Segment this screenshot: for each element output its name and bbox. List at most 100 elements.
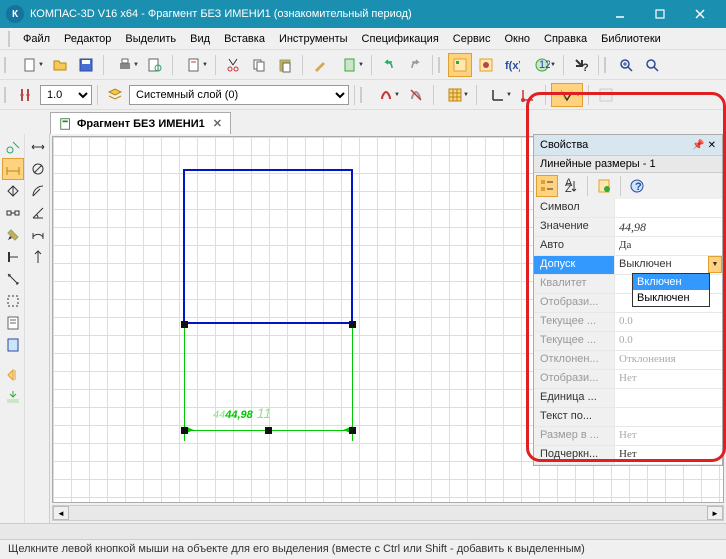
geometry-tool[interactable] (2, 136, 24, 158)
dimensions-tool[interactable] (2, 158, 24, 180)
diameter-dim-tool[interactable] (27, 158, 49, 180)
angular-dim-tool[interactable] (27, 202, 49, 224)
properties-titlebar[interactable]: Свойства 📌 ✕ (534, 135, 722, 155)
pin-icon[interactable]: 📌 ✕ (692, 140, 716, 151)
filter-button[interactable] (593, 175, 615, 197)
new-button[interactable]: ▼ (14, 53, 46, 77)
linear-dim-tool[interactable] (27, 136, 49, 158)
edit-button[interactable] (594, 83, 618, 107)
selection-handle[interactable] (181, 427, 188, 434)
scroll-left-button[interactable]: ◄ (53, 506, 69, 520)
property-row[interactable]: Единица ... (534, 389, 722, 408)
property-row[interactable]: Текущее ...0.0 (534, 313, 722, 332)
grid-button[interactable]: ▼ (439, 83, 471, 107)
scroll-right-button[interactable]: ► (707, 506, 723, 520)
preview-button[interactable] (143, 53, 167, 77)
property-row[interactable]: Текст по... (534, 408, 722, 427)
menu-tools[interactable]: Инструменты (272, 33, 355, 45)
tab-close-icon[interactable]: ✕ (213, 117, 222, 130)
maximize-button[interactable] (640, 0, 680, 28)
help-button[interactable]: ? (569, 53, 593, 77)
save-button[interactable] (74, 53, 98, 77)
scroll-track[interactable] (69, 506, 707, 520)
insert-tool[interactable] (2, 386, 24, 408)
property-row[interactable]: Отобрази...Нет (534, 370, 722, 389)
property-row[interactable]: Текущее ...0.0 (534, 332, 722, 351)
tb-handle-4[interactable] (4, 87, 10, 103)
tb-handle-2[interactable] (438, 57, 444, 73)
menu-insert[interactable]: Вставка (217, 33, 272, 45)
menu-help[interactable]: Справка (537, 33, 594, 45)
selection-handle[interactable] (349, 427, 356, 434)
menu-spec[interactable]: Спецификация (355, 33, 446, 45)
document-tab[interactable]: Фрагмент БЕЗ ИМЕНИ1 ✕ (50, 112, 231, 134)
selection-handle[interactable] (349, 321, 356, 328)
library-button[interactable] (474, 53, 498, 77)
snap-button[interactable]: ▼ (370, 83, 402, 107)
property-row[interactable]: АвтоДа (534, 237, 722, 256)
property-row[interactable]: Подчеркн...Нет (534, 446, 722, 465)
reports-tool[interactable] (2, 334, 24, 356)
copy-button[interactable] (247, 53, 271, 77)
local-cs-button[interactable] (516, 83, 540, 107)
property-row[interactable]: Символ (534, 199, 722, 218)
dropdown-option-off[interactable]: Выключен (633, 290, 709, 306)
zoom-fit-button[interactable] (640, 53, 664, 77)
style-button[interactable] (308, 53, 332, 77)
selection-handle[interactable] (181, 321, 188, 328)
menu-select[interactable]: Выделить (118, 33, 183, 45)
help-prop-button[interactable]: ? (626, 175, 648, 197)
undo-button[interactable] (377, 53, 401, 77)
categorize-button[interactable] (536, 175, 558, 197)
properties-button[interactable]: ▼ (178, 53, 210, 77)
height-dim-tool[interactable] (27, 246, 49, 268)
views-tool[interactable] (2, 364, 24, 386)
property-row[interactable]: Размер в ...Нет (534, 427, 722, 446)
print-button[interactable]: ▼ (109, 53, 141, 77)
scale-combo[interactable]: 1.0 (40, 85, 92, 105)
menu-file[interactable]: Файл (16, 33, 57, 45)
tb-handle[interactable] (4, 57, 10, 73)
designations-tool[interactable] (2, 180, 24, 202)
paste-button[interactable] (273, 53, 297, 77)
zoom-in-button[interactable] (614, 53, 638, 77)
menu-window[interactable]: Окно (497, 33, 537, 45)
params-tool[interactable] (2, 246, 24, 268)
dropdown-button[interactable]: ▼ (708, 256, 722, 273)
menu-handle[interactable] (8, 31, 14, 47)
snap-toggle-button[interactable] (404, 83, 428, 107)
property-row[interactable]: Значение44,98 (534, 218, 722, 237)
select-tool[interactable] (2, 290, 24, 312)
arc-dim-tool[interactable] (27, 224, 49, 246)
property-row[interactable]: Отклонен...Отклонения (534, 351, 722, 370)
format-button[interactable]: ▼ (334, 53, 366, 77)
current-state-button[interactable] (14, 83, 38, 107)
menu-editor[interactable]: Редактор (57, 33, 118, 45)
close-button[interactable] (680, 0, 720, 28)
horizontal-scrollbar[interactable]: ◄ ► (52, 505, 724, 521)
rectangle-shape[interactable] (183, 169, 353, 324)
menu-service[interactable]: Сервис (446, 33, 498, 45)
measure-tool[interactable] (2, 268, 24, 290)
tb-handle-3[interactable] (604, 57, 610, 73)
manager-button[interactable] (448, 53, 472, 77)
construction-tool[interactable] (2, 202, 24, 224)
selection-handle[interactable] (265, 427, 272, 434)
calc-button[interactable]: 12▼ (526, 53, 558, 77)
ortho-button[interactable]: ▼ (482, 83, 514, 107)
spec-tool[interactable] (2, 312, 24, 334)
dimension-text[interactable]: 44 44,98 11 (213, 405, 271, 421)
minimize-button[interactable] (600, 0, 640, 28)
layer-combo[interactable]: Системный слой (0) (129, 85, 349, 105)
open-button[interactable] (48, 53, 72, 77)
round-button[interactable]: ▼ (551, 83, 583, 107)
layers-button[interactable] (103, 83, 127, 107)
menu-view[interactable]: Вид (183, 33, 217, 45)
variables-button[interactable]: f(x) (500, 53, 524, 77)
redo-button[interactable] (403, 53, 427, 77)
menu-libs[interactable]: Библиотеки (594, 33, 668, 45)
radial-dim-tool[interactable] (27, 180, 49, 202)
alphabetic-button[interactable]: AZ (560, 175, 582, 197)
cut-button[interactable] (221, 53, 245, 77)
edit-tool[interactable] (2, 224, 24, 246)
